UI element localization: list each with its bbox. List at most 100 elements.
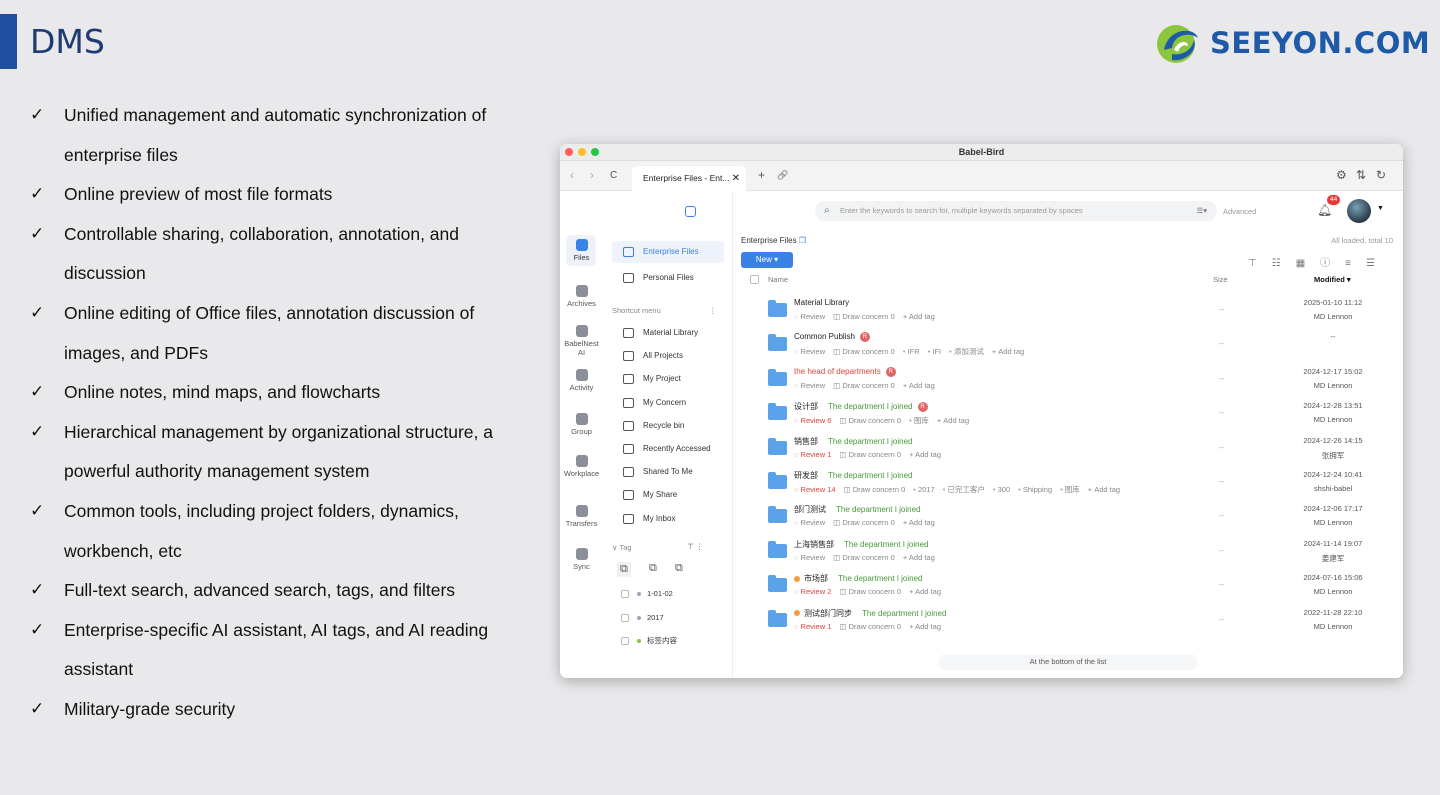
rail-item-sync[interactable]: Sync [560, 548, 603, 571]
tag-all-icon[interactable]: ⧉ [617, 562, 631, 577]
draw-concern-link[interactable]: ◫ Draw concern 0 [833, 347, 895, 356]
forward-icon[interactable]: › [590, 168, 594, 182]
review-link[interactable]: ◌ Review 14 [794, 485, 836, 494]
row-tag[interactable]: • 已完工客户 [943, 485, 985, 494]
tag-checkbox[interactable] [621, 613, 629, 622]
rail-item-workplace[interactable]: Workplace [560, 455, 603, 478]
add-tag-button[interactable]: + Add tag [909, 622, 941, 631]
add-tag-button[interactable]: + Add tag [937, 416, 969, 425]
draw-concern-link[interactable]: ◫ Draw concern 0 [833, 312, 895, 321]
rail-item-transfers[interactable]: Transfers [560, 505, 603, 528]
sidebar-item-enterprise-files[interactable]: Enterprise Files [612, 241, 724, 263]
file-name[interactable]: 研发部 [794, 471, 818, 480]
sort-icon[interactable]: ⇅ [1356, 168, 1366, 182]
table-row[interactable]: the head of departments R ◌ Review ◫ Draw c… [741, 364, 1403, 398]
file-name[interactable]: 部门测试 [794, 505, 826, 514]
column-modified[interactable]: Modified ▾ [1314, 275, 1351, 284]
file-name[interactable]: 销售部 [794, 437, 818, 446]
table-row[interactable]: Material Library ◌ Review ◫ Draw concern 0… [741, 295, 1403, 329]
new-button[interactable]: New ▾ [741, 252, 793, 268]
tag-item[interactable]: 标签内容 [621, 636, 677, 646]
draw-concern-link[interactable]: ◫ Draw concern 0 [839, 450, 901, 459]
draw-concern-link[interactable]: ◫ Draw concern 0 [833, 518, 895, 527]
file-name[interactable]: the head of departments [794, 367, 881, 376]
review-link[interactable]: ◌ Review [794, 553, 825, 562]
row-tag[interactable]: • IFI [928, 347, 941, 356]
rail-item-activity[interactable]: Activity [560, 369, 603, 392]
shortcut-item[interactable]: All Projects [612, 345, 724, 367]
rail-item-group[interactable]: Group [560, 413, 603, 436]
table-row[interactable]: 研发部 The department I joined ◌ Review 14 ◫ D… [741, 467, 1403, 501]
minimize-window-button[interactable] [578, 148, 586, 156]
detail-list-icon[interactable]: ☷ [1272, 258, 1296, 269]
add-tag-button[interactable]: + Add tag [909, 450, 941, 459]
shortcut-item[interactable]: My Concern [612, 392, 724, 414]
review-link[interactable]: ◌ Review 6 [794, 416, 831, 425]
sort-list-icon[interactable]: ☰ [1366, 258, 1390, 269]
draw-concern-link[interactable]: ◫ Draw concern 0 [839, 416, 901, 425]
draw-concern-link[interactable]: ◫ Draw concern 0 [833, 553, 895, 562]
filter-icon[interactable]: ⊤ [1248, 258, 1272, 269]
close-icon[interactable]: ✕ [732, 166, 740, 191]
review-link[interactable]: ◌ Review 1 [794, 622, 831, 631]
reload-icon[interactable]: C [610, 170, 617, 181]
tag-copy-icon[interactable]: ⧉ [675, 562, 683, 575]
tag-section-label[interactable]: ∨ Tag [612, 543, 632, 552]
link-icon[interactable]: 🔗 [777, 170, 788, 181]
review-link[interactable]: ◌ Review [794, 381, 825, 390]
row-tag[interactable]: • 图库 [1060, 485, 1080, 494]
row-tag[interactable]: • IFR [903, 347, 920, 356]
tag-item[interactable]: 2017 [621, 613, 664, 623]
table-row[interactable]: 销售部 The department I joined ◌ Review 1 ◫ Dr… [741, 433, 1403, 467]
file-name[interactable]: Material Library [794, 298, 849, 307]
search-input[interactable]: ⌕ Enter the keywords to search for, mult… [815, 201, 1217, 221]
draw-concern-link[interactable]: ◫ Draw concern 0 [833, 381, 895, 390]
grid-view-icon[interactable]: ▦ [1296, 258, 1320, 269]
close-window-button[interactable] [565, 148, 573, 156]
row-tag[interactable]: • 图库 [909, 416, 929, 425]
rail-item-babelnest-ai[interactable]: BabelNest AI [560, 325, 603, 357]
rail-item-files[interactable]: Files [560, 239, 603, 262]
shortcut-item[interactable]: My Inbox [612, 508, 724, 530]
review-link[interactable]: ◌ Review [794, 312, 825, 321]
file-name[interactable]: 测试部门同步 [804, 609, 852, 618]
file-name[interactable]: Common Publish [794, 333, 855, 342]
add-tag-button[interactable]: + Add tag [909, 587, 941, 596]
review-link[interactable]: ◌ Review 1 [794, 450, 831, 459]
add-tag-button[interactable]: + Add tag [992, 347, 1024, 356]
bell-icon[interactable]: 🔔︎ [1317, 203, 1332, 217]
info-icon[interactable]: ⓘ [1320, 258, 1345, 269]
back-icon[interactable]: ‹ [570, 168, 574, 182]
row-tag[interactable]: • 300 [993, 485, 1010, 494]
list-icon[interactable]: ≡ [1345, 258, 1366, 269]
row-tag[interactable]: • Shipping [1018, 485, 1052, 494]
tag-item[interactable]: 1-01-02 [621, 589, 673, 599]
maximize-window-button[interactable] [591, 148, 599, 156]
add-tag-button[interactable]: + Add tag [903, 553, 935, 562]
filter-list-icon[interactable]: ☰▾ [1197, 201, 1208, 221]
tag-multi-icon[interactable]: ⧉ [649, 562, 657, 575]
avatar[interactable] [1347, 199, 1371, 223]
more-icon[interactable]: ⋮ [709, 306, 717, 315]
table-row[interactable]: 设计部 The department I joined R ◌ Review 6 ◫ D… [741, 398, 1403, 432]
review-link[interactable]: ◌ Review [794, 518, 825, 527]
select-all-checkbox[interactable] [750, 275, 759, 284]
sidebar-item-personal-files[interactable]: Personal Files [612, 267, 724, 289]
breadcrumb-label[interactable]: Enterprise Files [741, 236, 797, 245]
chevron-down-icon[interactable]: ▼ [1377, 205, 1384, 212]
column-size[interactable]: Size [1213, 275, 1228, 284]
add-tag-button[interactable]: + Add tag [1088, 485, 1120, 494]
file-name[interactable]: 设计部 [794, 402, 818, 411]
new-tab-icon[interactable]: + [758, 168, 765, 182]
shortcut-item[interactable]: Recently Accessed [612, 438, 724, 460]
draw-concern-link[interactable]: ◫ Draw concern 0 [839, 587, 901, 596]
table-row[interactable]: 部门测试 The department I joined ◌ Review ◫ Dra… [741, 501, 1403, 535]
add-tag-button[interactable]: + Add tag [903, 518, 935, 527]
table-row[interactable]: 上海销售部 The department I joined ◌ Review ◫ Dr… [741, 536, 1403, 570]
draw-concern-link[interactable]: ◫ Draw concern 0 [839, 622, 901, 631]
shortcut-item[interactable]: My Share [612, 484, 724, 506]
advanced-search-link[interactable]: Advanced [1223, 207, 1256, 216]
review-link[interactable]: ◌ Review 2 [794, 587, 831, 596]
table-row[interactable]: 市场部 The department I joined ◌ Review 2 ◫ Dr… [741, 570, 1403, 604]
column-name[interactable]: Name [768, 275, 788, 284]
